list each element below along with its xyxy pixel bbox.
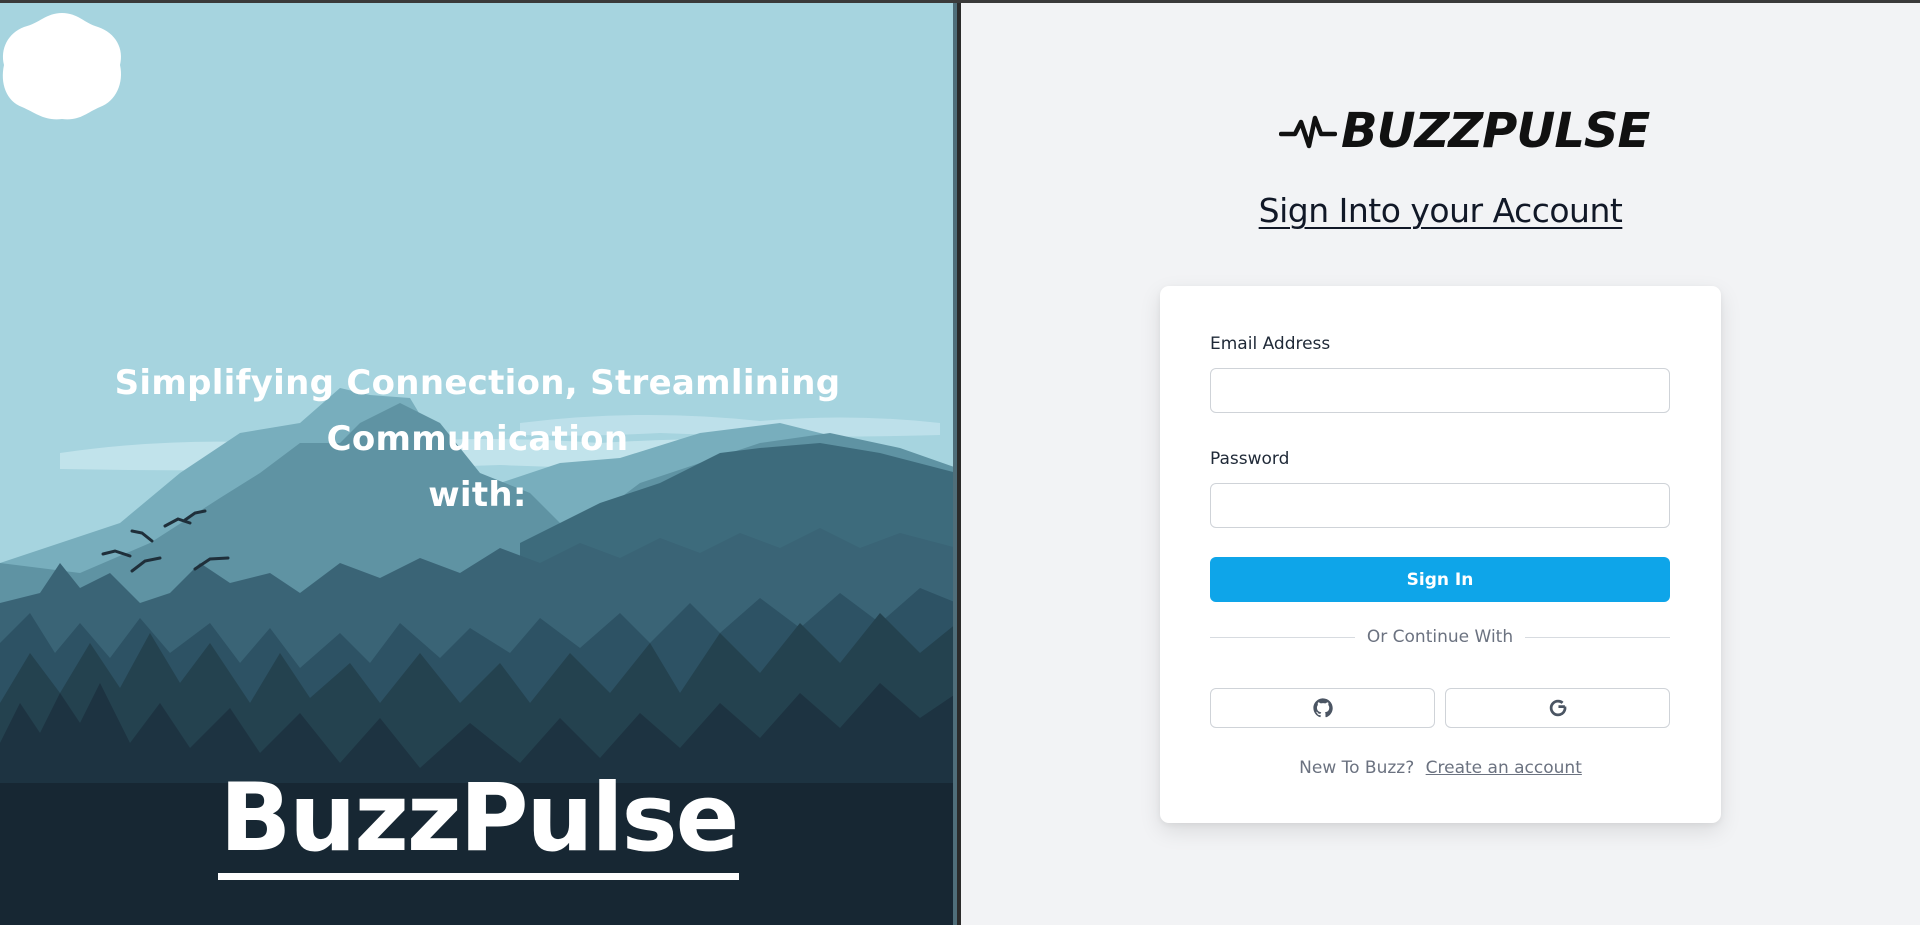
hero-brand-name: BuzzPulse xyxy=(217,769,740,880)
or-divider: Or Continue With xyxy=(1210,626,1670,648)
password-field[interactable] xyxy=(1210,483,1670,528)
hero-tagline: Simplifying Connection, Streamlining Com… xyxy=(10,355,945,523)
hero-panel: Simplifying Connection, Streamlining Com… xyxy=(0,3,957,925)
email-label: Email Address xyxy=(1210,334,1331,354)
google-login-button[interactable] xyxy=(1445,688,1670,728)
divider-line-right xyxy=(1525,636,1670,638)
divider-text: Or Continue With xyxy=(1366,627,1514,647)
logo-text: BUZZPULSE xyxy=(1341,103,1650,159)
tagline-line-1: Simplifying Connection, Streamlining Com… xyxy=(114,363,841,459)
pulse-icon xyxy=(1279,115,1337,149)
signup-prompt: New To Buzz? Create an account xyxy=(1160,758,1721,778)
github-icon xyxy=(1312,698,1333,718)
login-card: Email Address Password Sign In Or Contin… xyxy=(1160,286,1721,823)
divider-line-left xyxy=(1210,636,1355,638)
github-login-button[interactable] xyxy=(1210,688,1435,728)
password-label: Password xyxy=(1210,449,1290,469)
google-icon xyxy=(1549,699,1566,717)
hero-brand: BuzzPulse xyxy=(0,769,957,880)
email-field[interactable] xyxy=(1210,368,1670,413)
login-panel: BUZZPULSE Sign Into your Account Email A… xyxy=(961,3,1920,925)
sign-in-button[interactable]: Sign In xyxy=(1210,557,1670,602)
panel-divider xyxy=(953,3,957,925)
decorative-blob xyxy=(2,13,122,120)
page-title-text: Sign Into your Account xyxy=(1258,191,1623,230)
signup-prompt-text: New To Buzz? xyxy=(1299,758,1415,778)
page-title: Sign Into your Account xyxy=(961,191,1920,230)
brand-logo: BUZZPULSE xyxy=(1279,103,1650,159)
tagline-line-2: with: xyxy=(428,475,527,515)
create-account-link[interactable]: Create an account xyxy=(1426,758,1582,778)
